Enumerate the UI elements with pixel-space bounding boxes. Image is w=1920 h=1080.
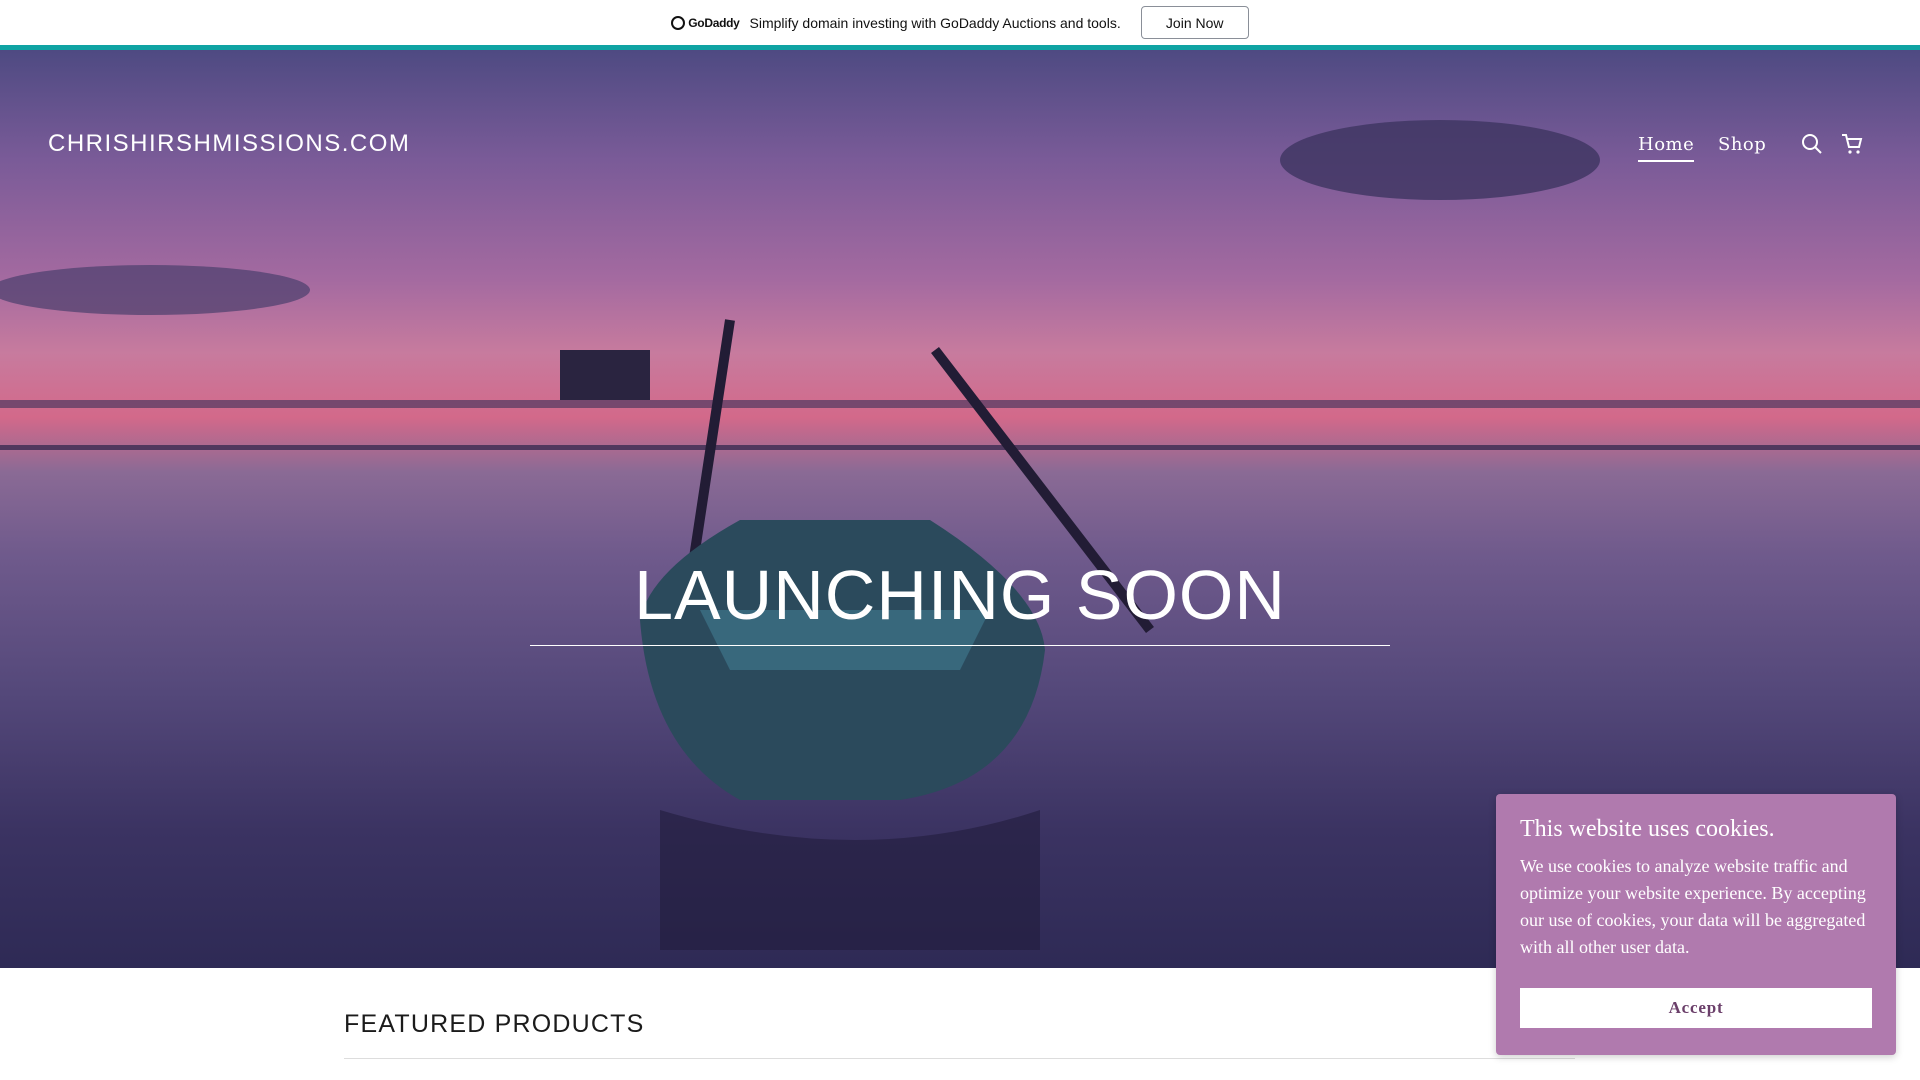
cookie-title: This website uses cookies. [1520, 816, 1775, 842]
search-icon[interactable] [1800, 132, 1824, 156]
promo-bar: GoDaddy Simplify domain investing with G… [0, 0, 1920, 45]
featured-products-heading: FEATURED PRODUCTS [344, 1010, 645, 1038]
cookie-body: We use cookies to analyze website traffi… [1520, 856, 1866, 957]
join-now-button[interactable]: Join Now [1140, 6, 1249, 39]
godaddy-logo-text: GoDaddy [688, 15, 740, 30]
accept-cookies-button[interactable]: Accept [1520, 988, 1872, 1028]
promo-message: Simplify domain investing with GoDaddy A… [749, 14, 1121, 31]
cookie-banner: This website uses cookies. We use cookie… [1496, 794, 1896, 1055]
nav-shop[interactable]: Shop [1718, 134, 1766, 155]
hero-divider [530, 645, 1390, 646]
site-title[interactable]: CHRISHIRSHMISSIONS.COM [48, 130, 410, 158]
godaddy-logo: GoDaddy [671, 15, 740, 30]
cart-icon[interactable] [1840, 132, 1864, 156]
featured-divider [344, 1058, 1575, 1059]
godaddy-logo-icon [671, 15, 686, 30]
nav-home[interactable]: Home [1638, 134, 1695, 162]
hero-title: LAUNCHING SOON [634, 556, 1286, 634]
